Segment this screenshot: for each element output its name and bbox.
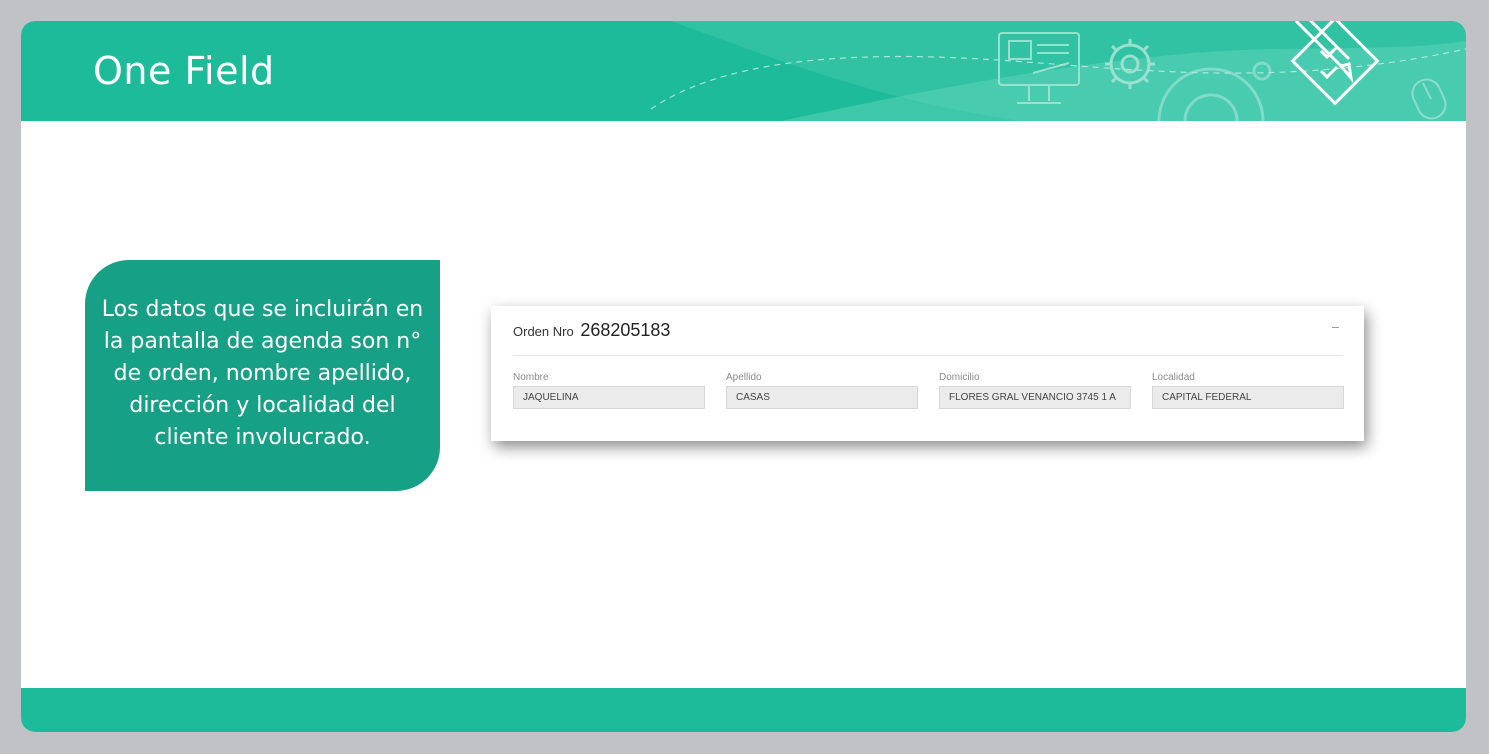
field-nombre: Nombre — [513, 372, 705, 409]
field-domicilio: Domicilio — [939, 372, 1131, 409]
domicilio-field[interactable] — [939, 386, 1131, 409]
slide: One Field Los datos que se incluirán en … — [21, 21, 1466, 732]
description-callout: Los datos que se incluirán en la pantall… — [85, 260, 440, 491]
collapse-button[interactable] — [1330, 318, 1342, 330]
field-label: Localidad — [1152, 372, 1195, 383]
field-localidad: Localidad — [1152, 372, 1344, 409]
order-header: Orden Nro 268205183 — [513, 320, 670, 341]
header-banner: One Field — [21, 21, 1466, 121]
field-label: Apellido — [726, 372, 762, 383]
apellido-field[interactable] — [726, 386, 918, 409]
slide-title: One Field — [93, 49, 275, 93]
order-label: Orden Nro — [513, 324, 574, 339]
minus-icon — [1332, 327, 1339, 328]
order-panel: Orden Nro 268205183 Nombre Apellido Domi… — [491, 306, 1364, 441]
localidad-field[interactable] — [1152, 386, 1344, 409]
field-label: Domicilio — [939, 372, 980, 383]
order-number: 268205183 — [580, 320, 671, 340]
field-label: Nombre — [513, 372, 549, 383]
nombre-field[interactable] — [513, 386, 705, 409]
field-apellido: Apellido — [726, 372, 918, 409]
footer-bar — [21, 688, 1466, 732]
panel-divider — [513, 355, 1343, 356]
